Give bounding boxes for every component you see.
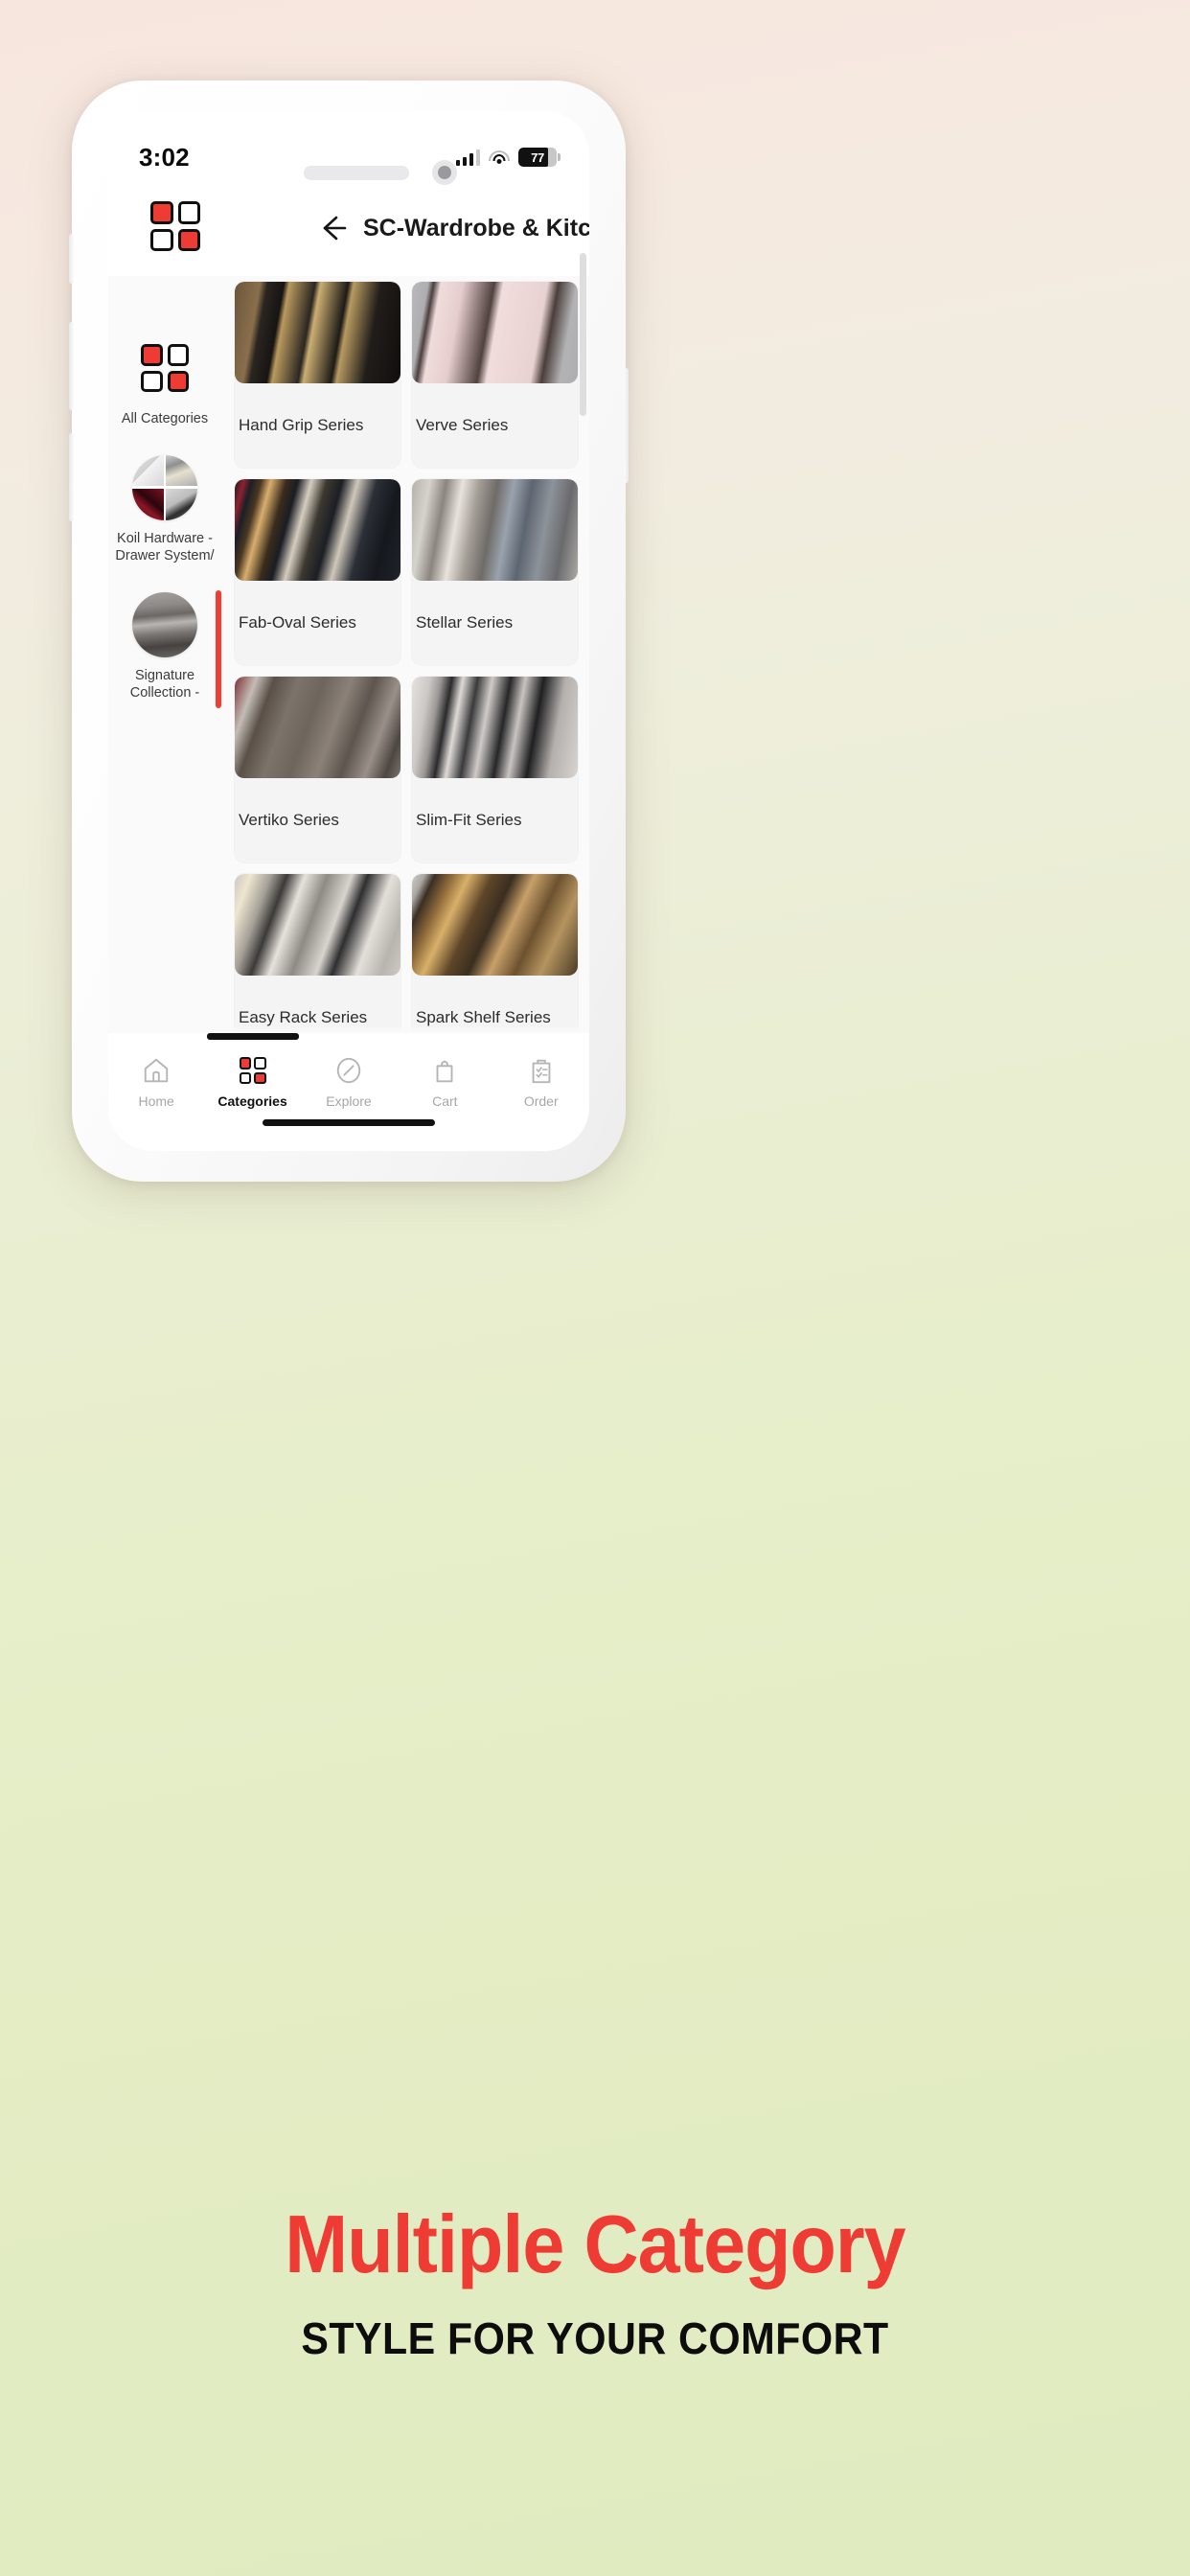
sidebar-item-label: Signature Collection -: [129, 667, 200, 702]
bag-icon: [428, 1054, 461, 1087]
product-image: [235, 874, 400, 976]
grid-icon: [237, 1054, 269, 1087]
product-image: [412, 677, 578, 778]
nav-label: Explore: [326, 1093, 372, 1109]
product-card[interactable]: Slim-Fit Series: [412, 677, 578, 862]
promo-block: Multiple Category STYLE FOR YOUR COMFORT: [0, 2204, 1190, 2364]
nav-label: Order: [523, 1093, 559, 1109]
sidebar-item-koil-hardware[interactable]: Koil Hardware - Drawer System/: [108, 444, 221, 581]
back-arrow-icon[interactable]: [317, 213, 348, 243]
product-image: [235, 282, 400, 383]
poster-canvas: 3:02 77 SC-Wardrobe & Kitc All Categorie…: [0, 0, 1190, 2576]
volume-up-button[interactable]: [69, 322, 74, 410]
status-time: 3:02: [139, 142, 190, 172]
product-card[interactable]: Easy Rack Series: [235, 874, 400, 1033]
promo-title: Multiple Category: [285, 2199, 905, 2290]
wardrobe-photo-thumb: [132, 591, 197, 657]
wifi-icon: [489, 150, 510, 166]
nav-item-order[interactable]: Order: [495, 1054, 587, 1109]
product-name: Stellar Series: [416, 613, 514, 632]
status-indicators: 77: [455, 148, 561, 167]
nav-label: Categories: [217, 1093, 287, 1109]
product-name: Fab-Oval Series: [239, 613, 356, 632]
battery-icon: 77: [518, 148, 557, 167]
compass-icon: [332, 1054, 365, 1087]
product-image: [235, 677, 400, 778]
power-button[interactable]: [624, 368, 629, 483]
phone-screen: 3:02 77 SC-Wardrobe & Kitc All Categorie…: [108, 111, 589, 1151]
product-name: Slim-Fit Series: [416, 811, 522, 829]
app-header: SC-Wardrobe & Kitchen Profiles: [108, 188, 589, 276]
product-card[interactable]: Fab-Oval Series: [235, 479, 400, 665]
mute-switch[interactable]: [69, 234, 74, 284]
promo-subtitle: STYLE FOR YOUR COMFORT: [301, 2313, 889, 2363]
product-name: Vertiko Series: [239, 811, 339, 829]
bottom-navigation: Home Categories Explore Cart Order: [108, 1033, 589, 1151]
quad-photo-thumb: [132, 454, 197, 520]
sidebar-item-label: Koil Hardware - Drawer System/: [115, 530, 215, 564]
product-grid: Hand Grip Series Verve Series Fab-Oval S…: [221, 276, 589, 1033]
status-bar: 3:02 77: [108, 111, 589, 188]
nav-label: Cart: [432, 1093, 458, 1109]
product-name: Hand Grip Series: [239, 416, 364, 434]
product-card[interactable]: Stellar Series: [412, 479, 578, 665]
categories-grid-logo: [150, 201, 200, 251]
volume-down-button[interactable]: [69, 433, 74, 521]
product-image: [235, 479, 400, 581]
product-card[interactable]: Verve Series: [412, 282, 578, 468]
nav-item-home[interactable]: Home: [110, 1054, 202, 1109]
product-image: [412, 479, 578, 581]
scroll-fade: [221, 1025, 589, 1033]
product-card[interactable]: Hand Grip Series: [235, 282, 400, 468]
sidebar-item-signature-collection[interactable]: Signature Collection -: [108, 581, 221, 718]
active-tab-indicator: [206, 1033, 299, 1040]
sidebar-item-label: All Categories: [121, 411, 209, 426]
home-indicator[interactable]: [263, 1119, 435, 1126]
nav-label: Home: [138, 1093, 174, 1109]
content-area: All Categories Koil Hardware - Drawer Sy…: [108, 276, 589, 1033]
nav-item-cart[interactable]: Cart: [399, 1054, 491, 1109]
product-name: Verve Series: [416, 416, 509, 434]
grid-logo-icon: [132, 335, 197, 401]
product-card[interactable]: Spark Shelf Series: [412, 874, 578, 1033]
product-image: [412, 282, 578, 383]
product-image: [412, 874, 578, 976]
clipboard-icon: [525, 1054, 558, 1087]
product-grid-scroll[interactable]: Hand Grip Series Verve Series Fab-Oval S…: [221, 276, 589, 1033]
vertical-scrollbar[interactable]: [580, 253, 586, 416]
page-title: SC-Wardrobe & Kitchen Profiles: [363, 215, 589, 242]
cellular-signal-icon: [455, 149, 480, 166]
product-card[interactable]: Vertiko Series: [235, 677, 400, 862]
product-name: Easy Rack Series: [239, 1008, 368, 1026]
sidebar-item-all-categories[interactable]: All Categories: [108, 293, 221, 444]
product-name: Spark Shelf Series: [416, 1008, 551, 1026]
category-sidebar[interactable]: All Categories Koil Hardware - Drawer Sy…: [108, 276, 221, 1033]
nav-item-explore[interactable]: Explore: [303, 1054, 395, 1109]
nav-item-categories[interactable]: Categories: [206, 1033, 299, 1109]
battery-percent: 77: [531, 150, 544, 165]
home-icon: [140, 1054, 172, 1087]
